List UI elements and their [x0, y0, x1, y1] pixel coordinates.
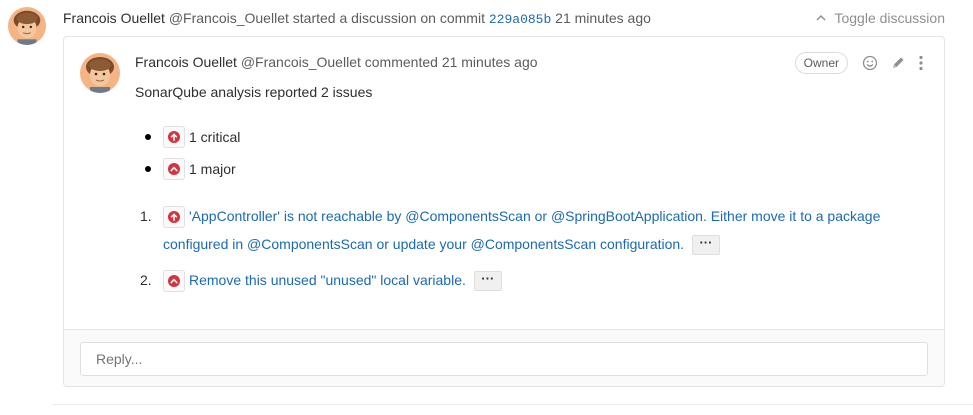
critical-arrow-up-icon: [163, 206, 185, 229]
issue-link[interactable]: 'AppController' is not reachable by @Com…: [163, 208, 880, 252]
discussion-author-avatar[interactable]: [8, 7, 46, 45]
analysis-summary: SonarQube analysis reported 2 issues: [135, 84, 373, 100]
note-actions: Owner: [794, 52, 924, 74]
note-author-avatar[interactable]: [80, 53, 120, 93]
more-vertical-icon[interactable]: [918, 55, 924, 71]
severity-summary-list: 1 critical 1 major: [135, 121, 924, 185]
pencil-icon[interactable]: [890, 55, 906, 71]
commit-sha-link[interactable]: 229a085b: [489, 12, 551, 27]
critical-arrow-up-icon: [163, 126, 185, 148]
issue-link[interactable]: Remove this unused "unused" local variab…: [189, 272, 466, 288]
list-item: 1. 'AppController' is not reachable by @…: [135, 202, 924, 258]
reply-input[interactable]: [80, 342, 928, 376]
discussion-header: Francois Ouellet @Francois_Ouellet start…: [63, 9, 945, 27]
issue-number: 1.: [140, 208, 152, 224]
owner-badge: Owner: [794, 52, 848, 74]
note-author-name[interactable]: Francois Ouellet: [135, 54, 237, 70]
note-header: Francois Ouellet @Francois_Ouellet comme…: [135, 53, 538, 71]
major-chevron-up-icon: [163, 158, 185, 180]
list-item: 1 critical: [135, 121, 924, 153]
note-time-ago: 21 minutes ago: [441, 54, 538, 70]
discussion-action-text: started a discussion on commit: [292, 10, 485, 26]
discussion-box: Francois Ouellet @Francois_Ouellet comme…: [63, 36, 945, 387]
note-author-handle[interactable]: @Francois_Ouellet: [241, 54, 361, 70]
discussion-author-handle[interactable]: @Francois_Ouellet: [169, 10, 289, 26]
chevron-up-icon: [816, 14, 829, 26]
expand-issue-button[interactable]: ···: [473, 271, 502, 292]
list-item: 2. Remove this unused "unused" local var…: [135, 266, 924, 294]
discussion-author-name[interactable]: Francois Ouellet: [63, 10, 165, 26]
list-item: 1 major: [135, 153, 924, 185]
note-action-text: commented: [364, 54, 438, 70]
severity-count-label: 1 major: [189, 161, 236, 177]
severity-count-label: 1 critical: [189, 129, 241, 145]
smiley-icon[interactable]: [862, 55, 878, 71]
discussion-time-ago: 21 minutes ago: [555, 10, 651, 26]
major-chevron-up-icon: [163, 270, 185, 293]
note-body: SonarQube analysis reported 2 issues 1 c…: [135, 82, 924, 294]
issue-list: 1. 'AppController' is not reachable by @…: [135, 202, 924, 294]
commit-discussion: Francois Ouellet @Francois_Ouellet start…: [0, 0, 973, 415]
toggle-discussion-label: Toggle discussion: [834, 10, 945, 26]
expand-issue-button[interactable]: ···: [691, 235, 720, 256]
reply-area: [64, 329, 944, 386]
issue-number: 2.: [140, 272, 152, 288]
divider: [52, 404, 973, 405]
toggle-discussion-button[interactable]: Toggle discussion: [816, 9, 945, 29]
